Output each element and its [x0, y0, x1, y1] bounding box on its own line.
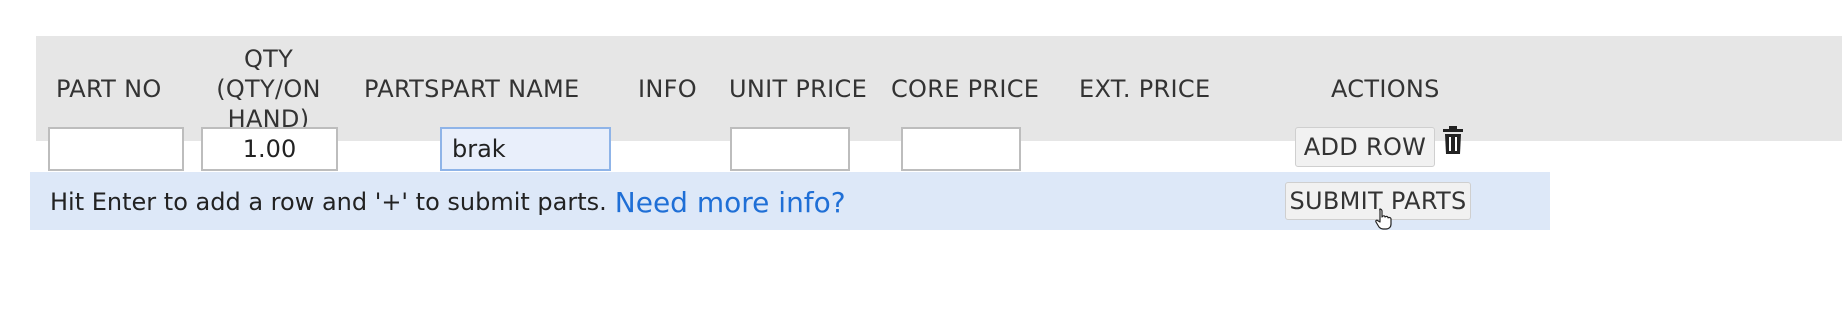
add-row-label: ADD ROW	[1303, 133, 1427, 161]
column-header-ext-price: EXT. PRICE	[1079, 74, 1211, 103]
column-header-part-no: PART NO	[56, 74, 162, 103]
unit-price-input[interactable]	[730, 127, 850, 171]
qty-value: 1.00	[242, 135, 297, 163]
core-price-input[interactable]	[901, 127, 1021, 171]
column-header-core-price: CORE PRICE	[891, 74, 1040, 103]
trash-icon[interactable]	[1442, 126, 1464, 154]
column-header-actions: ACTIONS	[1331, 74, 1440, 103]
column-header-parts: PARTS	[364, 74, 440, 103]
column-header-info: INFO	[638, 74, 697, 103]
column-header-unit-price: UNIT PRICE	[729, 74, 868, 103]
hand-pointer-icon	[1375, 208, 1392, 230]
table-header: PART NO QTY (QTY/ON HAND) PARTS PART NAM…	[36, 36, 1842, 141]
column-header-qty: QTY (QTY/ON HAND)	[216, 44, 321, 133]
column-header-part-name: PART NAME	[440, 74, 580, 103]
part-name-value: brak	[452, 135, 506, 163]
help-text: Hit Enter to add a row and '+' to submit…	[50, 172, 846, 232]
hint-text: Hit Enter to add a row and '+' to submit…	[50, 188, 607, 216]
add-row-button[interactable]: ADD ROW	[1295, 127, 1435, 167]
part-no-input[interactable]	[48, 127, 184, 171]
qty-input[interactable]: 1.00	[201, 127, 338, 171]
parts-table: PART NO QTY (QTY/ON HAND) PARTS PART NAM…	[36, 36, 1842, 141]
need-more-info-link[interactable]: Need more info?	[615, 186, 846, 219]
part-name-input[interactable]: brak	[440, 127, 611, 171]
